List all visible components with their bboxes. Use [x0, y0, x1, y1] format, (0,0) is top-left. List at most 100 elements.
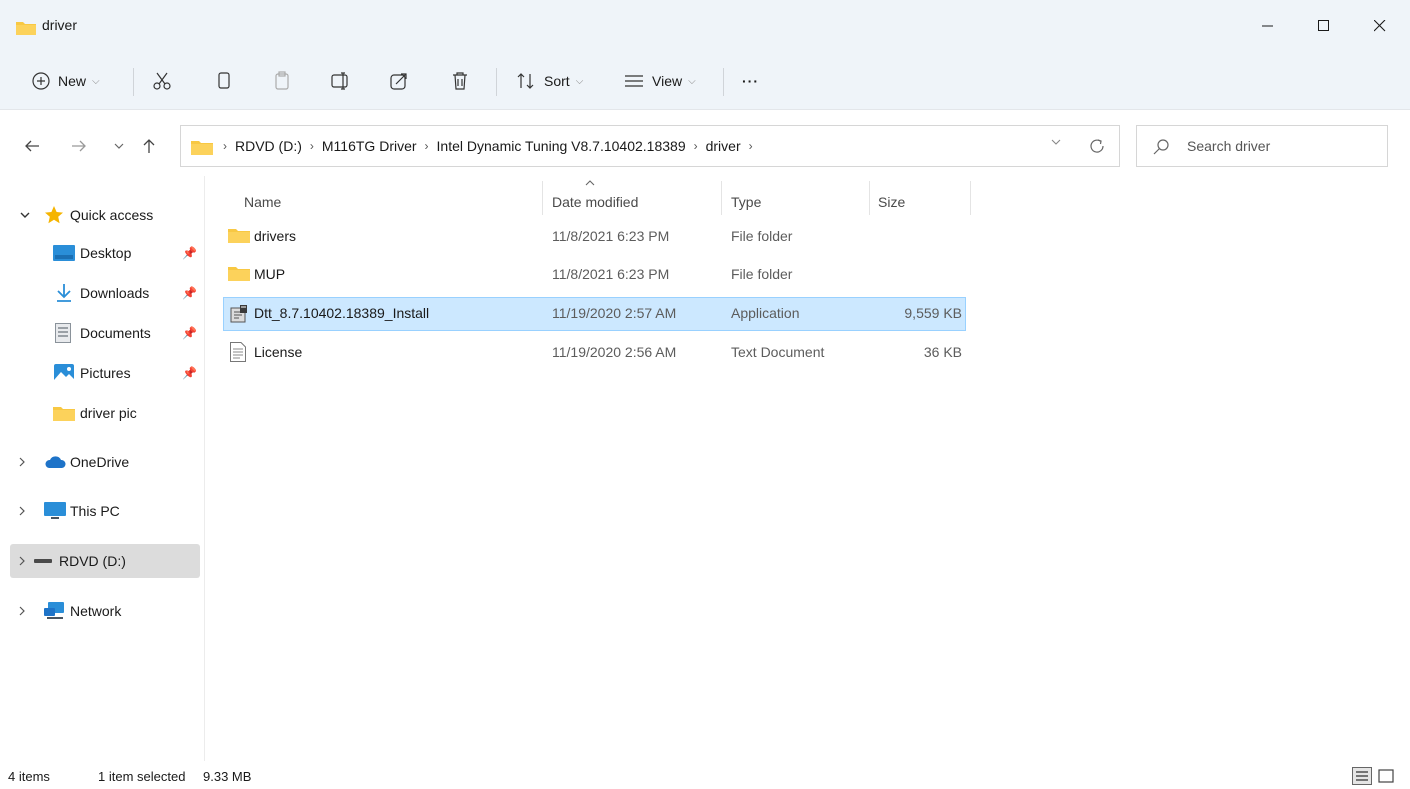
file-row[interactable]: License 11/19/2020 2:56 AM Text Document… [223, 336, 966, 370]
sidebar-item-rdvd-drive[interactable]: RDVD (D:) [10, 544, 200, 578]
address-row: › RDVD (D:) › M116TG Driver › Intel Dyna… [0, 110, 1410, 176]
paste-button[interactable] [273, 64, 291, 98]
file-name: License [254, 344, 303, 360]
sidebar-item-network[interactable]: Network [10, 594, 200, 628]
file-size: 9,559 KB [904, 305, 962, 321]
copy-icon [218, 72, 230, 89]
file-row[interactable]: Dtt_8.7.10402.18389_Install 11/19/2020 2… [223, 297, 966, 331]
search-box[interactable]: Search driver [1136, 125, 1388, 167]
rename-button[interactable] [330, 64, 352, 98]
maximize-icon [1318, 20, 1329, 31]
file-row[interactable]: MUP 11/8/2021 6:23 PM File folder [223, 258, 966, 292]
sidebar-label: Desktop [80, 245, 132, 261]
sidebar-label: Quick access [70, 207, 154, 223]
sidebar-label: Documents [80, 325, 151, 341]
breadcrumb-item-m116tg[interactable]: M116TG Driver [322, 138, 417, 154]
downloads-icon [57, 284, 71, 302]
sidebar-item-onedrive[interactable]: OneDrive [10, 445, 200, 479]
chevron-down-icon: ⌵ [688, 75, 696, 87]
chevron-down-icon: ⌵ [92, 75, 100, 87]
sidebar-label: OneDrive [70, 454, 130, 470]
file-name: drivers [254, 228, 297, 244]
sort-button[interactable]: Sort ⌵ [516, 64, 583, 98]
breadcrumb-item-intel[interactable]: Intel Dynamic Tuning V8.7.10402.18389 [437, 138, 686, 154]
folder-icon [16, 22, 36, 35]
pin-icon: 📌 [182, 286, 197, 300]
column-header-name[interactable]: Name [244, 181, 281, 223]
command-bar: New ⌵ Sort ⌵ View ⌵ ··· [0, 52, 1410, 110]
scissors-icon [153, 72, 171, 90]
file-size: 36 KB [923, 344, 962, 360]
arrow-up-icon [143, 139, 155, 153]
column-divider[interactable] [721, 181, 722, 215]
plus-circle-icon [32, 72, 50, 90]
share-button[interactable] [389, 64, 409, 98]
copy-button[interactable] [215, 64, 233, 98]
desktop-icon [53, 245, 75, 261]
column-header-type[interactable]: Type [731, 181, 761, 223]
file-date: 11/8/2021 6:23 PM [552, 266, 670, 282]
pin-icon: 📌 [182, 246, 197, 260]
sidebar-item-driver-pic[interactable]: driver pic [10, 396, 200, 430]
back-button[interactable] [18, 132, 46, 160]
status-selection-size: 9.33 MB [203, 769, 252, 784]
up-button[interactable] [135, 132, 163, 160]
file-type: File folder [731, 228, 793, 244]
file-type: Application [731, 305, 800, 321]
chevron-right-icon [19, 457, 25, 467]
status-item-count: 4 items [8, 769, 50, 784]
status-bar: 4 items 1 item selected 9.33 MB [0, 761, 1410, 789]
chevron-down-icon [1051, 139, 1061, 145]
sidebar-label: Downloads [80, 285, 150, 301]
breadcrumb-item-driver[interactable]: driver [706, 138, 741, 154]
chevron-right-icon [19, 556, 25, 566]
breadcrumb-item-drive[interactable]: RDVD (D:) [235, 138, 302, 154]
trash-icon [453, 72, 467, 90]
cloud-icon [45, 456, 66, 468]
sidebar-item-desktop[interactable]: Desktop 📌 [10, 236, 200, 270]
chevron-down-icon: ⌵ [575, 75, 584, 87]
column-header-size[interactable]: Size [878, 181, 905, 223]
chevron-right-icon [19, 506, 25, 516]
column-divider[interactable] [542, 181, 543, 215]
recent-locations-button[interactable] [105, 132, 133, 160]
large-icons-view-icon[interactable] [1376, 767, 1396, 785]
delete-button[interactable] [451, 64, 469, 98]
maximize-button[interactable] [1296, 0, 1352, 52]
folder-icon [191, 141, 213, 155]
column-divider[interactable] [869, 181, 870, 215]
view-label: View [652, 73, 683, 89]
column-header-label: Name [244, 194, 282, 210]
sidebar-item-downloads[interactable]: Downloads 📌 [10, 276, 200, 310]
view-button[interactable]: View ⌵ [624, 64, 696, 98]
sidebar-item-this-pc[interactable]: This PC [10, 494, 200, 528]
text-document-icon [230, 342, 246, 362]
drive-icon [34, 559, 52, 563]
cut-button[interactable] [152, 64, 172, 98]
sidebar-item-documents[interactable]: Documents 📌 [10, 316, 200, 350]
column-header-date-modified[interactable]: Date modified [552, 181, 638, 223]
search-icon [1153, 139, 1169, 155]
forward-button[interactable] [65, 132, 93, 160]
more-options-button[interactable]: ··· [742, 64, 759, 98]
refresh-icon[interactable] [1087, 136, 1107, 156]
details-view-icon[interactable] [1352, 767, 1372, 785]
breadcrumb-separator: › [223, 139, 227, 153]
file-date: 11/8/2021 6:23 PM [552, 228, 670, 244]
column-divider[interactable] [970, 181, 971, 215]
clipboard-icon [275, 71, 289, 90]
sidebar-item-quick-access[interactable]: Quick access [10, 198, 200, 232]
folder-icon [228, 229, 250, 243]
file-name: MUP [254, 266, 286, 282]
sidebar-item-pictures[interactable]: Pictures 📌 [10, 356, 200, 390]
view-list-icon [625, 75, 643, 87]
close-button[interactable] [1352, 0, 1408, 52]
minimize-button[interactable] [1240, 0, 1296, 52]
minimize-icon [1262, 25, 1273, 27]
breadcrumb-separator: › [748, 139, 753, 153]
address-history-dropdown[interactable] [1051, 137, 1061, 149]
new-button[interactable]: New ⌵ [32, 64, 100, 98]
pin-icon: 📌 [182, 326, 197, 340]
address-bar[interactable]: › RDVD (D:) › M116TG Driver › Intel Dyna… [180, 125, 1120, 167]
file-row[interactable]: drivers 11/8/2021 6:23 PM File folder [223, 220, 966, 254]
